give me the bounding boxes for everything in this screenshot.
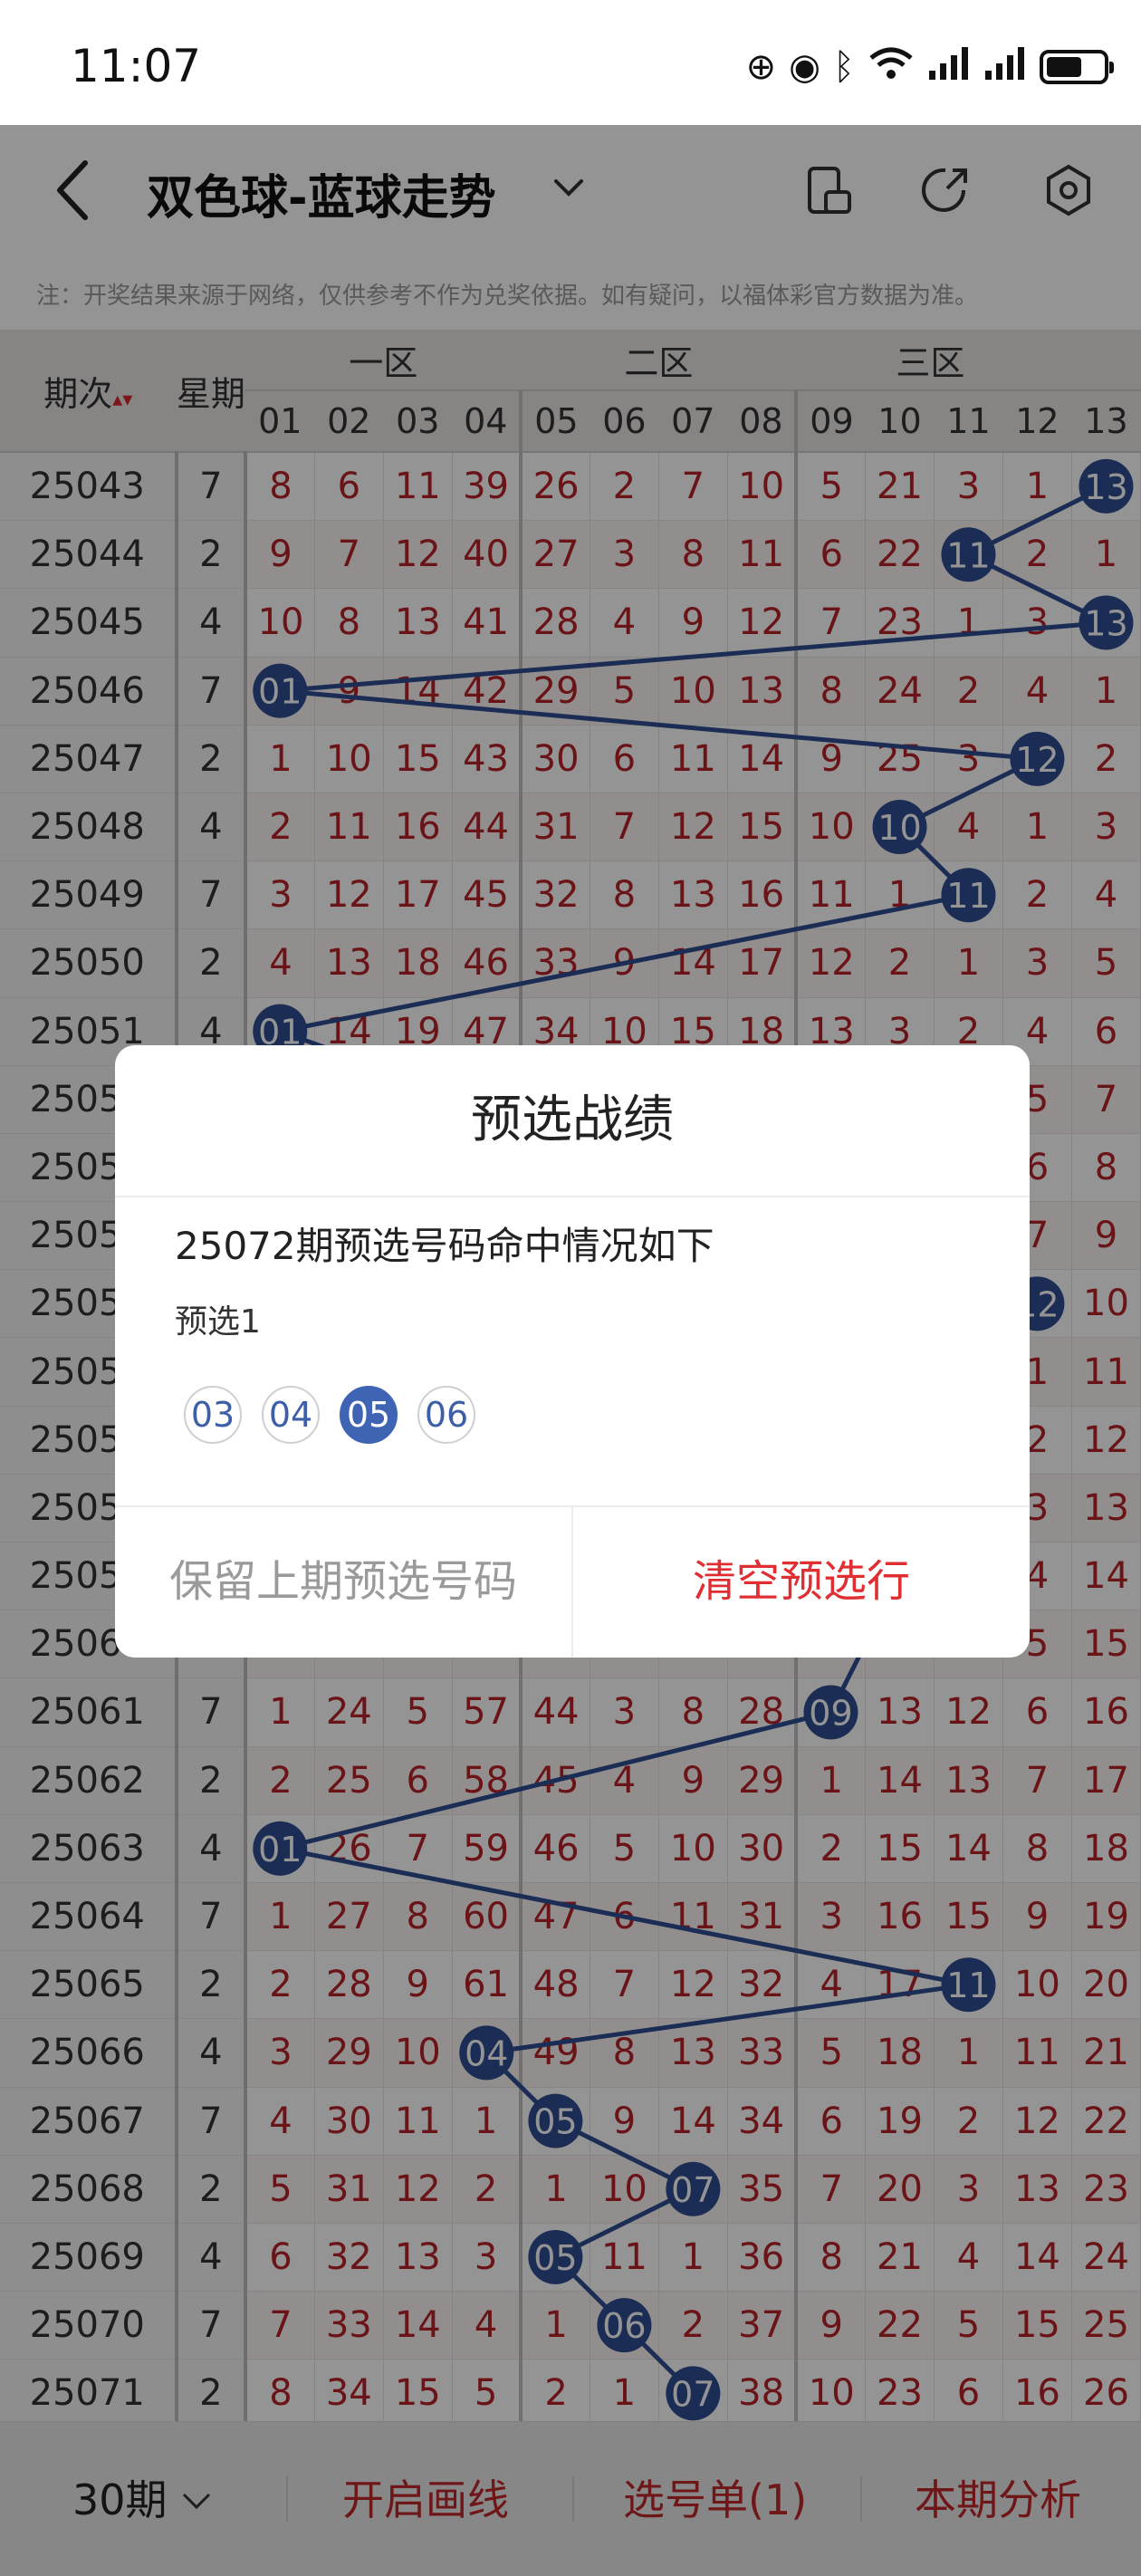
preselect-ball: 05 <box>340 1386 398 1444</box>
signal-icon-2 <box>983 45 1027 88</box>
signal-icon-1 <box>927 45 971 88</box>
dialog-title: 预选战绩 <box>115 1045 1030 1197</box>
nfc-icon: ⊕ <box>745 45 777 88</box>
dialog-subtitle: 25072期预选号码命中情况如下 <box>175 1224 714 1268</box>
preselect-ball: 06 <box>417 1386 475 1444</box>
status-bar: 11:07 ⊕ ◉ ᛒ <box>0 0 1141 125</box>
preselect-ball: 04 <box>262 1386 320 1444</box>
bluetooth-icon: ᛒ <box>833 45 855 88</box>
preselect-balls: 03 04 05 06 <box>184 1386 475 1444</box>
dialog-buttons: 保留上期预选号码 清空预选行 <box>115 1505 1030 1658</box>
wifi-icon <box>868 45 915 88</box>
preselect-group-label: 预选1 <box>175 1303 261 1341</box>
keep-preselect-button[interactable]: 保留上期预选号码 <box>115 1507 573 1658</box>
clear-preselect-button[interactable]: 清空预选行 <box>573 1507 1030 1658</box>
preselect-ball: 03 <box>184 1386 242 1444</box>
eye-icon: ◉ <box>789 45 820 88</box>
battery-icon <box>1040 49 1114 84</box>
status-icons: ⊕ ◉ ᛒ <box>745 45 1114 88</box>
preselect-result-dialog: 预选战绩 25072期预选号码命中情况如下 预选1 03 04 05 06 保留上期预… <box>115 1045 1030 1658</box>
status-time: 11:07 <box>71 40 202 92</box>
